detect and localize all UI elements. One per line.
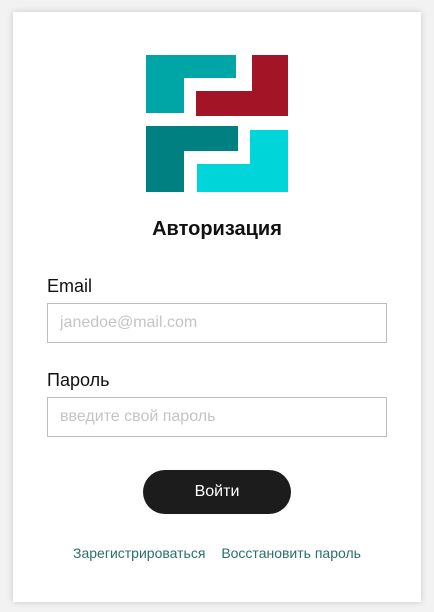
restore-password-link[interactable]: Восстановить пароль — [221, 545, 361, 561]
register-link[interactable]: Зарегистрироваться — [73, 545, 205, 561]
logo — [146, 55, 288, 192]
email-label: Email — [47, 276, 93, 296]
login-card: Авторизация Email Пароль Войти Зарегистр… — [13, 12, 421, 602]
password-field[interactable] — [47, 397, 387, 437]
page-title: Авторизация — [152, 218, 282, 240]
password-label: Пароль — [47, 370, 110, 390]
email-field[interactable] — [47, 303, 387, 343]
login-button[interactable]: Войти — [143, 470, 291, 514]
footer-links: Зарегистрироваться Восстановить пароль — [13, 545, 421, 561]
